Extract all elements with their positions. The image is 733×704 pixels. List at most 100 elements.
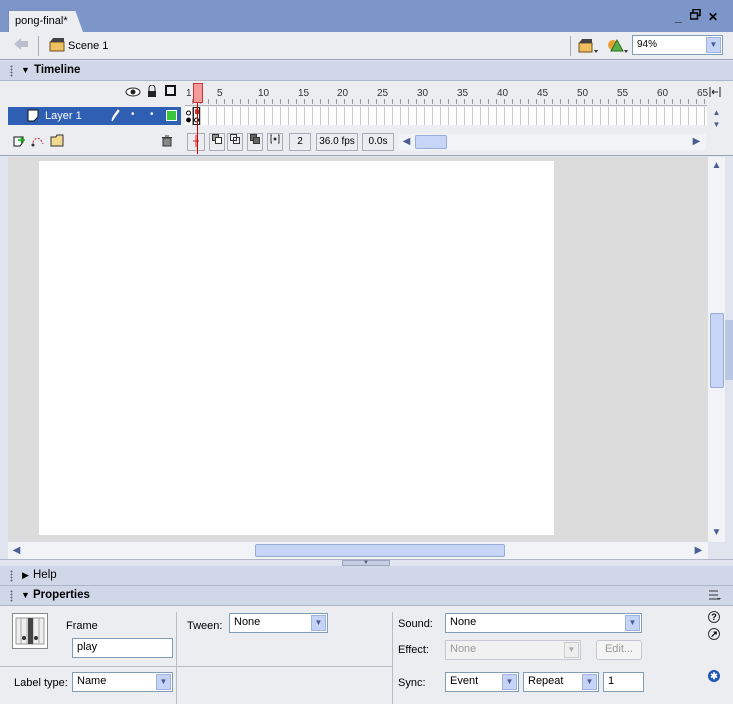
ruler-tick: 55 <box>617 88 629 99</box>
frame-view-menu-icon[interactable] <box>709 86 721 101</box>
frame-rate[interactable]: 36.0 fps <box>316 133 358 151</box>
trash-icon[interactable] <box>161 135 173 150</box>
side-panel-collapse-tab[interactable] <box>725 320 733 380</box>
chevron-down-icon: ▼ <box>625 615 640 631</box>
layer-scroll[interactable]: ▲ ▼ <box>709 107 724 131</box>
divider <box>176 666 392 667</box>
zoom-select[interactable]: 94% ▼ <box>632 35 723 55</box>
ruler-tick: 15 <box>298 88 310 99</box>
scroll-right-icon[interactable]: ▶ <box>689 134 704 150</box>
chevron-down-icon: ▼ <box>311 615 326 631</box>
scroll-thumb[interactable] <box>415 135 447 149</box>
separator <box>38 36 39 56</box>
scroll-left-icon[interactable]: ◀ <box>399 134 414 150</box>
sound-select[interactable]: None ▼ <box>445 613 642 633</box>
divider <box>0 666 176 667</box>
insert-layer-icon[interactable] <box>12 135 26 150</box>
ruler-tick: 40 <box>497 88 509 99</box>
ruler-tick: 60 <box>657 88 669 99</box>
sync-value: Event <box>450 675 479 687</box>
effect-select[interactable]: None ▼ <box>445 640 581 660</box>
frame-ruler[interactable]: 1 5 10 15 20 25 30 35 40 45 50 55 60 65 <box>185 83 708 106</box>
layer-name[interactable]: Layer 1 <box>45 110 82 122</box>
eye-icon[interactable] <box>125 86 141 101</box>
onion-skin-outlines-icon <box>230 134 240 144</box>
edit-symbols-icon[interactable] <box>606 37 628 57</box>
layer-row[interactable]: Layer 1 • • <box>8 107 181 125</box>
edit-scene-icon[interactable] <box>578 38 598 57</box>
sync-label: Sync: <box>398 677 426 689</box>
edit-multiple-frames-button[interactable] <box>247 133 263 151</box>
center-frame-button[interactable] <box>187 133 205 151</box>
scroll-down-icon[interactable]: ▼ <box>709 119 724 130</box>
onion-skin-icon <box>212 134 222 144</box>
tween-select[interactable]: None ▼ <box>229 613 328 633</box>
ruler-tick: 25 <box>377 88 389 99</box>
outline-square-icon[interactable] <box>165 85 176 96</box>
divider <box>176 612 177 704</box>
scroll-right-icon[interactable]: ▶ <box>691 543 706 558</box>
restore-button[interactable] <box>689 8 701 23</box>
timeline-panel-header[interactable]: ▼ Timeline <box>0 61 733 81</box>
layer-page-icon <box>27 109 39 125</box>
chevron-down-icon: ▼ <box>564 642 579 658</box>
minimize-button[interactable]: _ <box>675 10 682 24</box>
properties-panel: Frame play Label type: Name ▼ Tween: Non… <box>0 606 733 704</box>
center-frame-icon <box>193 135 199 147</box>
chevron-down-icon: ▼ <box>156 674 171 690</box>
effect-label: Effect: <box>398 644 429 656</box>
repeat-count-input[interactable]: 1 <box>603 672 644 692</box>
ruler-tick: 10 <box>258 88 270 99</box>
playhead[interactable] <box>193 83 203 103</box>
help-question-icon[interactable]: ? <box>708 611 720 623</box>
panel-splitter[interactable]: ▼ <box>0 559 733 566</box>
insert-folder-icon[interactable] <box>50 134 66 150</box>
properties-title: Properties <box>33 589 90 601</box>
chevron-down-icon: ▼ <box>502 674 517 690</box>
ruler-tick: 45 <box>537 88 549 99</box>
stage[interactable] <box>39 161 554 535</box>
edit-sound-button[interactable]: Edit... <box>596 640 642 660</box>
accessibility-icon[interactable]: ✱ <box>708 670 720 682</box>
timeline-hscrollbar[interactable]: ◀ ▶ <box>399 134 706 150</box>
help-panel-header[interactable]: ▶ Help <box>0 566 733 586</box>
ruler-tick: 20 <box>337 88 349 99</box>
document-tab[interactable]: pong-final* <box>8 10 83 32</box>
onion-skin-outlines-button[interactable] <box>227 133 243 151</box>
stage-vscrollbar[interactable]: ▲ ▼ <box>708 157 725 542</box>
label-type-value: Name <box>77 675 107 687</box>
stage-hscrollbar[interactable]: ◀ ▶ <box>8 542 708 559</box>
restore-icon <box>689 8 701 20</box>
expand-triangle-icon: ▶ <box>22 570 29 580</box>
pencil-icon <box>110 109 120 125</box>
vscroll-thumb[interactable] <box>710 313 724 388</box>
scroll-up-icon[interactable]: ▲ <box>709 107 724 118</box>
options-menu-icon[interactable] <box>708 590 721 604</box>
scroll-down-icon[interactable]: ▼ <box>709 525 724 540</box>
ruler-tick: 35 <box>457 88 469 99</box>
scroll-up-icon[interactable]: ▲ <box>709 158 724 173</box>
lock-icon[interactable] <box>147 84 157 101</box>
edit-actions-icon[interactable]: ↗ <box>708 628 720 640</box>
add-motion-guide-icon[interactable] <box>30 134 46 151</box>
close-button[interactable]: ✕ <box>708 10 718 24</box>
repeat-select[interactable]: Repeat ▼ <box>523 672 599 692</box>
visibility-dot[interactable]: • <box>131 109 135 120</box>
lock-dot[interactable]: • <box>150 109 154 120</box>
layer-outline-color-icon[interactable] <box>166 110 177 121</box>
back-arrow-icon[interactable] <box>13 37 29 54</box>
label-type-select[interactable]: Name ▼ <box>72 672 173 692</box>
ruler-tick: 1 <box>186 88 192 99</box>
edit-bar: Scene 1 94% ▼ <box>0 32 733 60</box>
onion-skin-button[interactable] <box>209 133 225 151</box>
repeat-value: Repeat <box>528 675 564 687</box>
modify-onion-markers-button[interactable] <box>267 133 283 151</box>
sync-select[interactable]: Event ▼ <box>445 672 519 692</box>
scene-label[interactable]: Scene 1 <box>68 40 108 52</box>
frame-name-input[interactable]: play <box>72 638 173 658</box>
keyframe-1[interactable] <box>185 107 193 125</box>
properties-panel-header[interactable]: ▼ Properties <box>0 586 733 606</box>
scroll-left-icon[interactable]: ◀ <box>9 543 24 558</box>
hscroll-thumb[interactable] <box>255 544 505 557</box>
frame-grid[interactable] <box>185 107 707 125</box>
